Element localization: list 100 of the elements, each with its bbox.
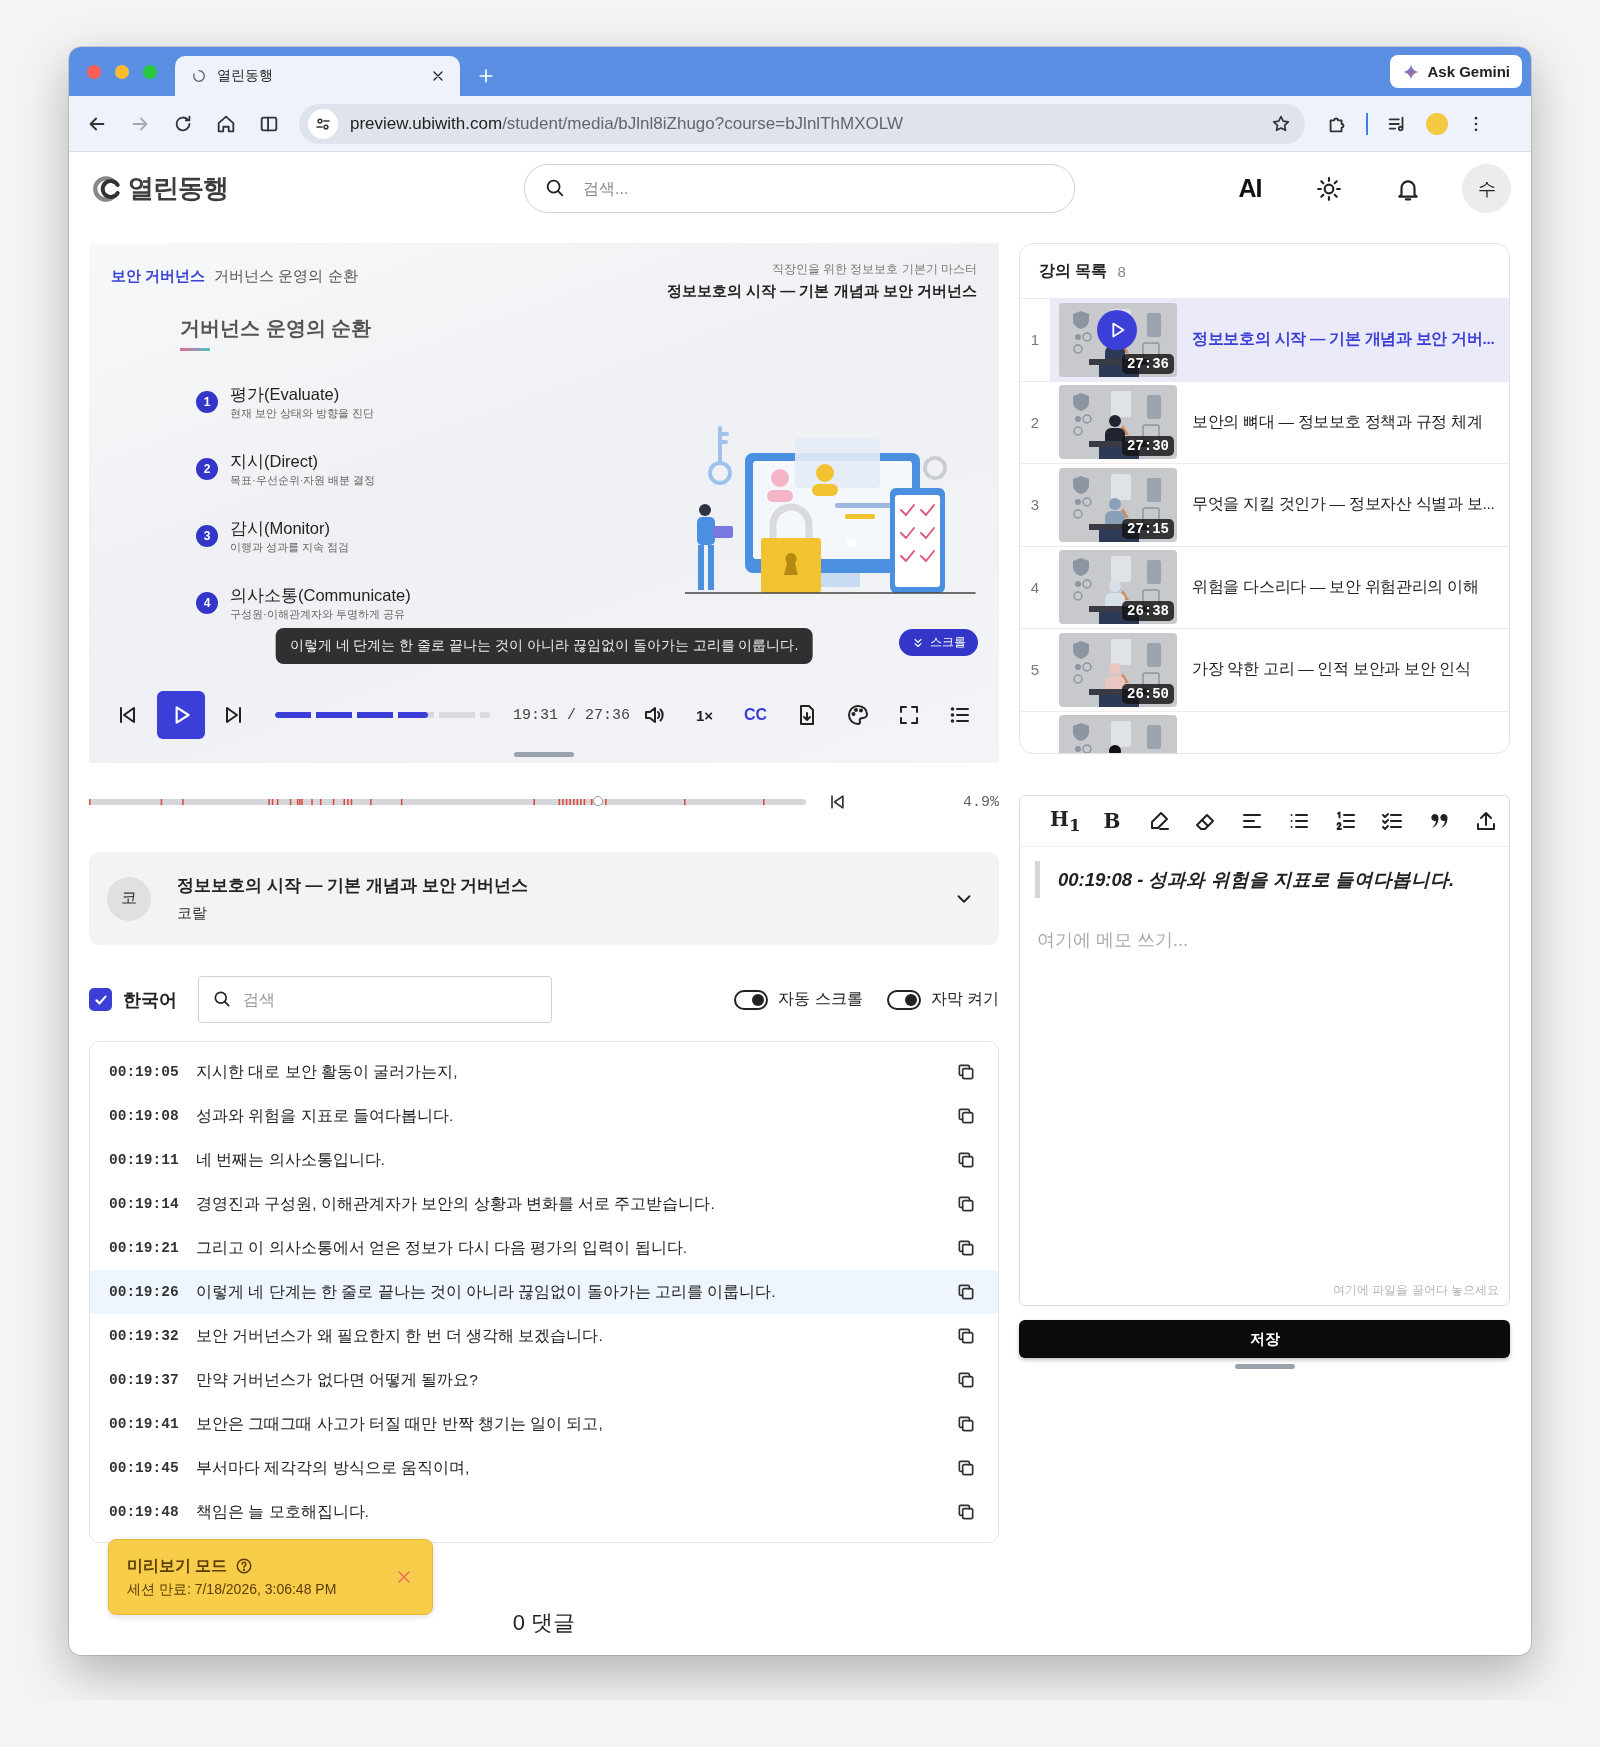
speed-button[interactable]: 1× bbox=[695, 706, 714, 724]
lecture-number: 4 bbox=[1029, 577, 1041, 598]
loading-icon bbox=[191, 68, 207, 84]
transcript-text: 성과와 위험을 지표로 들여다봅니다. bbox=[196, 1105, 455, 1126]
lecture-item[interactable]: 26:50 가장 약한 고리 — 인적 보안과 보안 인식 bbox=[1050, 629, 1509, 711]
breadcrumb-section: 보안 거버넌스 bbox=[111, 267, 206, 286]
copy-icon[interactable] bbox=[956, 1238, 976, 1258]
drop-hint: 여기에 파일을 끌어다 놓으세요 bbox=[1333, 1282, 1499, 1299]
transcript-text: 부서마다 제각각의 방식으로 움직이며, bbox=[196, 1457, 471, 1478]
copy-icon[interactable] bbox=[956, 1370, 976, 1390]
transcript-row[interactable]: 00:19:21 그리고 이 의사소통에서 얻은 정보가 다시 다음 평가의 입력이 됩니다. bbox=[90, 1226, 998, 1270]
search-field[interactable]: 검색... bbox=[524, 164, 1075, 213]
progress-track[interactable] bbox=[275, 712, 490, 718]
search-icon bbox=[212, 989, 232, 1009]
timestamp: 00:19:11 bbox=[109, 1152, 180, 1168]
help-icon[interactable] bbox=[235, 1557, 254, 1575]
duration-badge: 26:38 bbox=[1122, 601, 1174, 622]
copy-icon[interactable] bbox=[956, 1062, 976, 1082]
timestamp: 00:19:41 bbox=[109, 1416, 180, 1432]
address-bar[interactable]: preview.ubiwith.com/student/media/bJlnl8iZhugo?course=bJlnlThMXOLW bbox=[299, 103, 1305, 144]
browser-tab[interactable]: 열린동행 bbox=[175, 56, 460, 96]
lecture-title: 정보보호의 시작 — 기본 개념과 보안 거버... bbox=[1192, 329, 1495, 350]
copy-icon[interactable] bbox=[956, 1458, 976, 1478]
captions-button[interactable]: CC bbox=[743, 706, 768, 724]
transcript-text: 만약 거버넌스가 없다면 어떻게 될까요? bbox=[196, 1369, 479, 1390]
timestamp: 00:19:05 bbox=[109, 1064, 180, 1080]
toggle-switch[interactable] bbox=[734, 989, 769, 1010]
lecture-item[interactable]: 27:30 보안의 뼈대 — 정보보호 정책과 규정 체계 bbox=[1050, 381, 1509, 463]
timestamp: 00:19:48 bbox=[109, 1504, 180, 1520]
lecture-item[interactable]: 27:15 무엇을 지킬 것인가 — 정보자산 식별과 보... bbox=[1050, 464, 1509, 546]
duration-badge: 27:30 bbox=[1122, 436, 1174, 457]
lecture-title: 정보보호의 시작 — 기본 개념과 보안 거버넌스 bbox=[667, 282, 977, 301]
ask-gemini-button[interactable]: Ask Gemini bbox=[1390, 55, 1522, 88]
transcript-text: 보안은 그때그때 사고가 터질 때만 반짝 챙기는 일이 되고, bbox=[196, 1413, 604, 1434]
timestamp: 00:19:37 bbox=[109, 1372, 180, 1388]
copy-icon[interactable] bbox=[956, 1502, 976, 1522]
copy-icon[interactable] bbox=[956, 1106, 976, 1126]
toast-title: 미리보기 모드 bbox=[127, 1555, 228, 1576]
language-label: 한국어 bbox=[123, 988, 177, 1012]
palette-icon[interactable] bbox=[845, 703, 870, 727]
user-avatar[interactable]: 수 bbox=[1462, 164, 1511, 213]
lecture-item[interactable]: 26:38 위험을 다스리다 — 보안 위험관리의 이해 bbox=[1050, 546, 1509, 628]
transcript-row[interactable]: 00:19:48 책임은 늘 모호해집니다. bbox=[90, 1490, 998, 1534]
step-number: 4 bbox=[196, 591, 218, 614]
transcript-text: 경영진과 구성원, 이해관계자가 보안의 상황과 변화를 서로 주고받습니다. bbox=[196, 1193, 716, 1214]
transcript-row[interactable]: 00:19:41 보안은 그때그때 사고가 터질 때만 반짝 챙기는 일이 되고, bbox=[90, 1402, 998, 1446]
save-button[interactable]: 저장 bbox=[1019, 1320, 1510, 1358]
copy-icon[interactable] bbox=[956, 1194, 976, 1214]
lecture-title: 무엇을 지킬 것인가 — 정보자산 식별과 보... bbox=[1192, 494, 1495, 515]
copy-icon[interactable] bbox=[956, 1150, 976, 1170]
lecture-title: 정보보호의 시작 — 기본 개념과 보안 거버넌스 bbox=[177, 875, 530, 897]
resize-handle[interactable] bbox=[514, 752, 574, 757]
format-button[interactable]: B bbox=[1103, 809, 1121, 833]
lecture-number: 3 bbox=[1029, 495, 1041, 516]
timestamp: 00:19:21 bbox=[109, 1240, 180, 1256]
transcript-row[interactable]: 00:19:08 성과와 위험을 지표로 들여다봅니다. bbox=[90, 1094, 998, 1138]
timestamp: 00:19:32 bbox=[109, 1328, 180, 1344]
author-name: 코랄 bbox=[177, 904, 208, 923]
transcript-search-field[interactable]: 검색 bbox=[198, 976, 552, 1023]
copy-icon[interactable] bbox=[956, 1326, 976, 1346]
language-checkbox[interactable] bbox=[89, 988, 112, 1011]
transcript-row[interactable]: 00:19:26 이렇게 네 단계는 한 줄로 끝나는 것이 아니라 끊임없이 돌아가는 고리를 이룹니다. bbox=[90, 1270, 998, 1314]
breadcrumb-page: 거버넌스 운영의 순환 bbox=[214, 267, 358, 286]
course-name: 직장인을 위한 정보보호 기본기 마스터 bbox=[770, 261, 977, 278]
timeline-thumb[interactable] bbox=[593, 796, 604, 806]
transcript-row[interactable]: 00:19:14 경영진과 구성원, 이해관계자가 보안의 상황과 변화를 서로 주고받습니다. bbox=[90, 1182, 998, 1226]
scroll-button[interactable]: 스크롤 bbox=[899, 629, 978, 656]
logo-text: 열린동행 bbox=[128, 172, 228, 205]
bookmark-star-icon[interactable] bbox=[1271, 113, 1291, 134]
step-description: 현재 보안 상태와 방향을 진단 bbox=[230, 405, 375, 421]
ai-button[interactable]: AI bbox=[1238, 174, 1262, 203]
toggle-switch[interactable] bbox=[886, 989, 921, 1010]
toggle-label: 자막 켜기 bbox=[930, 989, 999, 1009]
transcript-row[interactable]: 00:19:37 만약 거버넌스가 없다면 어떻게 될까요? bbox=[90, 1358, 998, 1402]
timestamp: 00:19:26 bbox=[109, 1284, 180, 1300]
author-avatar: 코 bbox=[107, 876, 151, 921]
slide-title: 거버넌스 운영의 순환 bbox=[180, 316, 373, 341]
transcript-text: 책임은 늘 모호해집니다. bbox=[196, 1501, 370, 1522]
transcript-row[interactable]: 00:19:45 부서마다 제각각의 방식으로 움직이며, bbox=[90, 1446, 998, 1490]
note-field[interactable]: 여기에 메모 쓰기... bbox=[1035, 926, 1494, 970]
transcript-text: 지시한 대로 보안 활동이 굴러가는지, bbox=[196, 1061, 459, 1082]
resize-handle[interactable] bbox=[1234, 1364, 1295, 1369]
transcript-row[interactable]: 00:19:11 네 번째는 의사소통입니다. bbox=[90, 1138, 998, 1182]
transcript-text: 이렇게 네 단계는 한 줄로 끝나는 것이 아니라 끊임없이 돌아가는 고리를 이룹니다. bbox=[196, 1281, 777, 1302]
copy-icon[interactable] bbox=[956, 1282, 976, 1302]
theme-sun-icon[interactable] bbox=[1316, 175, 1342, 202]
session-expiry: 세션 만료: 7/18/2026, 3:06:48 PM bbox=[127, 1580, 338, 1599]
transcript-text: 네 번째는 의사소통입니다. bbox=[196, 1149, 386, 1170]
step-description: 구성원·이해관계자와 투명하게 공유 bbox=[230, 606, 406, 622]
format-button[interactable]: H$_{1}$ bbox=[1050, 807, 1081, 835]
transcript-row[interactable]: 00:19:05 지시한 대로 보안 활동이 굴러가는지, bbox=[90, 1050, 998, 1094]
copy-icon[interactable] bbox=[956, 1414, 976, 1434]
timeline-track[interactable] bbox=[89, 799, 806, 805]
step-title: 의사소통(Communicate) bbox=[230, 584, 411, 606]
caption-text: 이렇게 네 단계는 한 줄로 끝나는 것이 아니라 끊임없이 돌아가는 고리를 이룹니다. bbox=[275, 628, 813, 664]
lecture-number: 1 bbox=[1029, 330, 1041, 351]
transcript-row[interactable]: 00:19:32 보안 거버넌스가 왜 필요한지 한 번 더 생각해 보겠습니다. bbox=[90, 1314, 998, 1358]
playlist-title: 강의 목록 bbox=[1039, 260, 1108, 281]
play-button[interactable] bbox=[157, 691, 205, 739]
lecture-item[interactable]: 27:36 정보보호의 시작 — 기본 개념과 보안 거버... bbox=[1050, 299, 1509, 381]
